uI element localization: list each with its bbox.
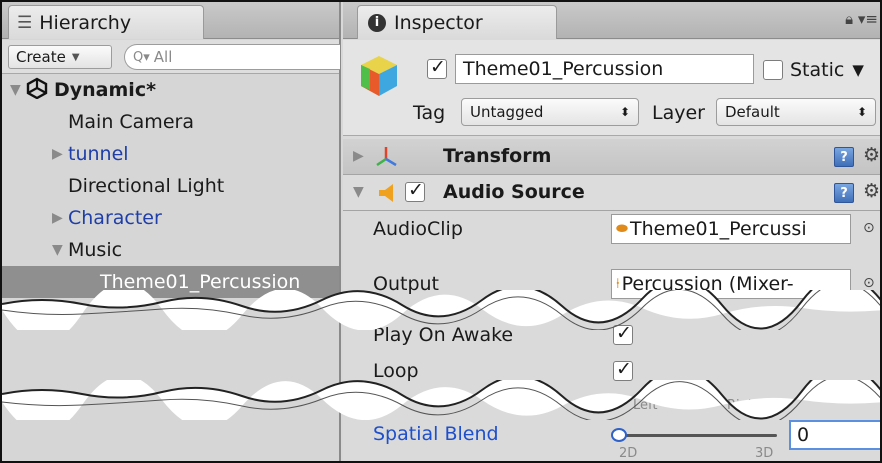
speaker-icon bbox=[379, 184, 393, 202]
create-label: Create bbox=[16, 48, 66, 66]
blend-3d-label: 3D bbox=[755, 446, 774, 461]
play-on-awake-label: Play On Awake bbox=[373, 324, 514, 346]
mixer-group-icon: ⍿ bbox=[616, 276, 620, 292]
create-dropdown-button[interactable]: Create ▼ bbox=[8, 45, 112, 69]
list-item[interactable]: Directional Light bbox=[2, 170, 339, 202]
expand-triangle-icon[interactable]: ▶ bbox=[52, 146, 68, 162]
tab-hierarchy[interactable]: ☰ Hierarchy bbox=[8, 5, 204, 39]
scene-name: Dynamic* bbox=[54, 79, 157, 101]
audio-clip-icon: ⬬ bbox=[616, 221, 628, 237]
object-header: Theme01_Percussion Static ▼ Tag Untagged… bbox=[343, 40, 880, 136]
audio-clip-label: AudioClip bbox=[373, 218, 463, 240]
audio-clip-property: AudioClip ⬬ Theme01_Percussi ⊙ bbox=[343, 211, 880, 247]
info-icon: i bbox=[368, 13, 386, 32]
unity-editor-window: ☰ Hierarchy Create ▼ Q▾ All ▼ Dynamic* M… bbox=[0, 0, 882, 463]
expand-triangle-icon[interactable]: ▼ bbox=[10, 82, 26, 98]
layer-value: Default bbox=[725, 103, 780, 121]
object-name-field[interactable]: Theme01_Percussion bbox=[455, 54, 754, 84]
list-item[interactable]: ▶ tunnel bbox=[2, 138, 339, 170]
audio-source-title: Audio Source bbox=[443, 181, 585, 203]
spatial-blend-label: Spatial Blend bbox=[373, 423, 499, 445]
updown-arrow-icon: ⬍ bbox=[619, 105, 630, 119]
help-book-icon[interactable]: ? bbox=[834, 183, 854, 203]
collapse-triangle-icon[interactable]: ▼ bbox=[52, 242, 68, 258]
hierarchy-toolbar: Create ▼ Q▾ All bbox=[2, 40, 340, 74]
loop-checkbox[interactable] bbox=[613, 358, 633, 381]
loop-property: Loop bbox=[343, 353, 880, 389]
transform-title: Transform bbox=[443, 145, 552, 167]
updown-arrow-icon: ⬍ bbox=[856, 105, 867, 119]
layer-label: Layer bbox=[652, 102, 705, 124]
list-item[interactable]: ▶ Character bbox=[2, 202, 339, 234]
item-label: Directional Light bbox=[68, 175, 225, 197]
static-checkbox[interactable] bbox=[763, 60, 783, 80]
hierarchy-tree: ▼ Dynamic* Main Camera ▶ tunnel Directio… bbox=[2, 74, 339, 298]
loop-label: Loop bbox=[373, 360, 419, 382]
tag-value: Untagged bbox=[470, 103, 544, 121]
item-label: Main Camera bbox=[68, 111, 194, 133]
gear-icon[interactable]: ⚙ bbox=[863, 144, 880, 166]
hierarchy-search-input[interactable]: Q▾ All bbox=[124, 44, 340, 70]
expand-triangle-icon[interactable]: ▶ bbox=[353, 148, 364, 164]
tag-label: Tag bbox=[413, 102, 446, 124]
object-name-value: Theme01_Percussion bbox=[463, 58, 664, 80]
blend-2d-label: 2D bbox=[619, 446, 638, 461]
pan-left-label: Left bbox=[633, 398, 658, 413]
item-label: tunnel bbox=[68, 143, 129, 165]
item-label: Music bbox=[68, 239, 123, 261]
scene-root[interactable]: ▼ Dynamic* bbox=[2, 74, 339, 106]
audio-source-component-header[interactable]: ▼ Audio Source ? ⚙ bbox=[343, 175, 880, 211]
list-item[interactable]: ▼ Music bbox=[2, 234, 339, 266]
slider-knob[interactable] bbox=[611, 428, 627, 442]
list-icon: ☰ bbox=[17, 12, 33, 33]
output-label: Output bbox=[373, 273, 439, 295]
spatial-blend-value-field[interactable]: 0 bbox=[789, 420, 880, 450]
search-icon: Q▾ bbox=[133, 49, 150, 65]
object-picker-icon[interactable]: ⊙ bbox=[863, 220, 875, 236]
inspector-panel: i Inspector 🔒︎ ▾≡ Theme01_Percussion Sta… bbox=[343, 2, 880, 461]
output-property: Output ⍿ Percussion (Mixer- ⊙ bbox=[343, 266, 880, 302]
collapse-triangle-icon[interactable]: ▼ bbox=[353, 184, 364, 200]
active-checkbox[interactable] bbox=[427, 56, 447, 79]
lock-menu-icon[interactable]: 🔒︎ ▾≡ bbox=[845, 10, 878, 28]
play-on-awake-checkbox[interactable] bbox=[613, 322, 633, 345]
tag-dropdown[interactable]: Untagged ⬍ bbox=[461, 98, 639, 126]
transform-component-header[interactable]: ▶ Transform ? ⚙ bbox=[343, 139, 880, 175]
spatial-blend-property: Spatial Blend 0 2D 3D bbox=[343, 416, 880, 461]
spatial-blend-value: 0 bbox=[797, 424, 810, 446]
unity-logo-icon bbox=[26, 77, 48, 104]
static-label: Static bbox=[790, 59, 845, 81]
expand-triangle-icon[interactable]: ▶ bbox=[52, 210, 68, 226]
play-on-awake-property: Play On Awake bbox=[343, 317, 880, 353]
audio-clip-field[interactable]: ⬬ Theme01_Percussi bbox=[611, 214, 851, 244]
item-label: Theme01_Percussion bbox=[100, 271, 301, 293]
spatial-blend-slider[interactable] bbox=[611, 428, 779, 442]
hierarchy-tab-bar: ☰ Hierarchy bbox=[2, 2, 339, 39]
gear-icon[interactable]: ⚙ bbox=[863, 180, 880, 202]
tab-hierarchy-label: Hierarchy bbox=[39, 11, 132, 34]
output-field[interactable]: ⍿ Percussion (Mixer- bbox=[611, 269, 851, 299]
layer-dropdown[interactable]: Default ⬍ bbox=[716, 98, 876, 126]
search-placeholder: All bbox=[153, 48, 173, 66]
list-item-selected[interactable]: Theme01_Percussion bbox=[2, 266, 339, 298]
transform-axes-icon bbox=[376, 147, 397, 167]
object-picker-icon[interactable]: ⊙ bbox=[863, 275, 875, 291]
output-value: Percussion (Mixer- bbox=[621, 273, 794, 295]
pan-right-label: Right bbox=[727, 398, 762, 413]
chevron-down-icon: ▼ bbox=[71, 51, 80, 63]
item-label: Character bbox=[68, 207, 162, 229]
inspector-tab-bar: i Inspector 🔒︎ ▾≡ bbox=[343, 2, 880, 39]
help-book-icon[interactable]: ? bbox=[834, 147, 854, 167]
tab-inspector-label: Inspector bbox=[394, 11, 483, 34]
chevron-down-icon[interactable]: ▼ bbox=[852, 61, 864, 79]
audio-source-enabled-checkbox[interactable] bbox=[405, 179, 425, 202]
static-toggle[interactable]: Static ▼ bbox=[763, 59, 864, 81]
tab-inspector[interactable]: i Inspector bbox=[357, 5, 557, 39]
hierarchy-panel: ☰ Hierarchy Create ▼ Q▾ All ▼ Dynamic* M… bbox=[2, 2, 341, 461]
gameobject-cube-icon bbox=[361, 56, 397, 96]
list-item[interactable]: Main Camera bbox=[2, 106, 339, 138]
audio-clip-value: Theme01_Percussi bbox=[629, 218, 807, 240]
slider-track bbox=[619, 434, 777, 437]
